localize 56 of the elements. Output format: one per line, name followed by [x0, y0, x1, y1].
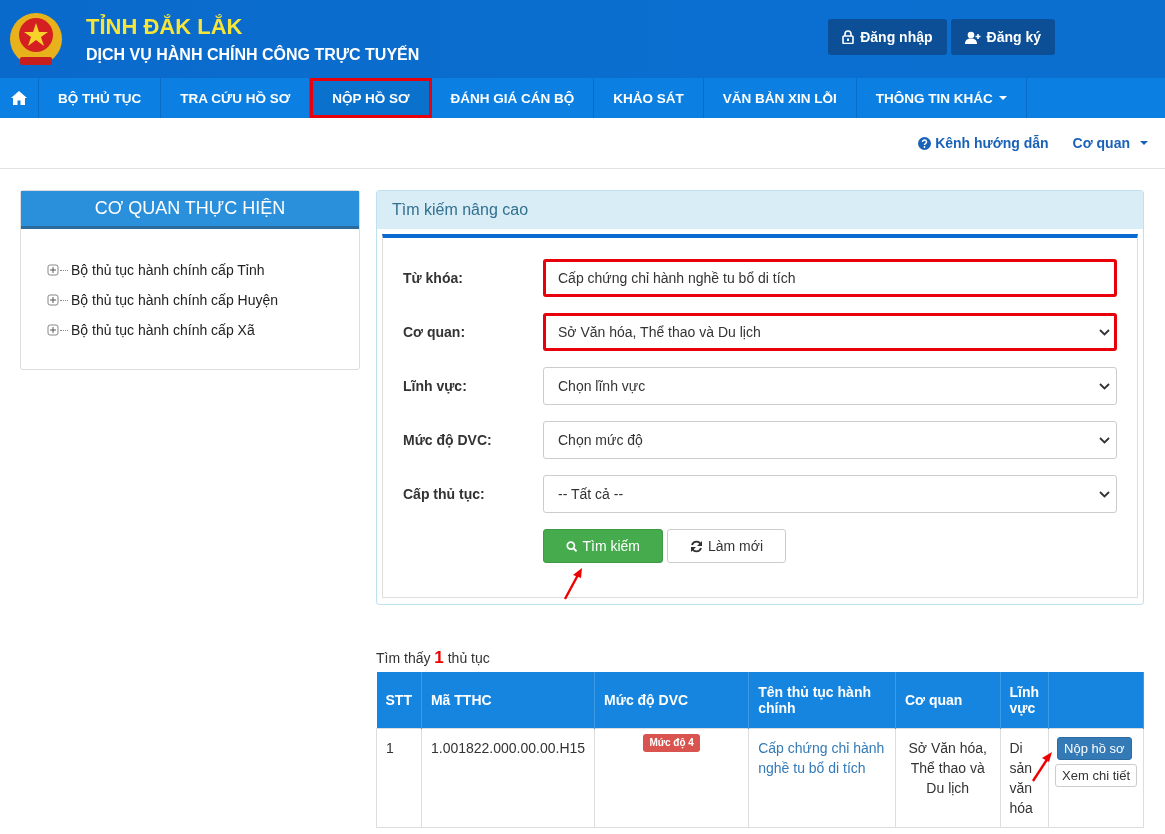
select-field[interactable]: Chọn mức độ — [543, 421, 1117, 459]
tree-item[interactable]: Bộ thủ tục hành chính cấp Xã — [71, 322, 255, 338]
home-icon — [11, 91, 27, 105]
chevron-down-icon — [1099, 436, 1110, 444]
field-label: Cấp thủ tục: — [403, 486, 486, 502]
reset-button[interactable]: Làm mới — [667, 529, 787, 563]
expand-icon[interactable] — [47, 324, 59, 336]
expand-icon[interactable] — [47, 294, 59, 306]
column-header: Mức độ DVC — [594, 672, 749, 729]
column-header: STT — [376, 672, 422, 729]
guide-link[interactable]: Kênh hướng dẫn — [918, 135, 1049, 151]
table-cell: Sở Văn hóa, Thể thao và Du lịch — [908, 740, 987, 796]
field-label: Lĩnh vực: — [403, 378, 468, 394]
keyword-field[interactable]: Cấp chứng chỉ hành nghề tu bổ di tích — [543, 259, 1117, 297]
search-icon — [566, 539, 578, 553]
column-header: Cơ quan — [895, 672, 1000, 729]
expand-icon[interactable] — [47, 264, 59, 276]
table-cell: 1.001822.000.00.00.H15 — [430, 740, 586, 756]
submit-button[interactable]: Nộp hồ sơ — [1057, 737, 1132, 760]
site-subtitle: DỊCH VỤ HÀNH CHÍNH CÔNG TRỰC TUYẾN — [86, 46, 421, 64]
chevron-down-icon — [1099, 382, 1110, 390]
field-label: Cơ quan: — [403, 324, 467, 340]
help-icon — [918, 136, 932, 150]
select-field[interactable]: Sở Văn hóa, Thể thao và Du lịch — [543, 313, 1117, 351]
nav-item[interactable]: THÔNG TIN KHÁC — [856, 78, 1027, 118]
results-summary: Tìm thấy 1 thủ tục — [376, 648, 491, 668]
nav-item[interactable]: VĂN BẢN XIN LỖI — [703, 78, 857, 118]
nav-item[interactable]: NỘP HỒ SƠ — [310, 78, 432, 118]
details-button[interactable]: Xem chi tiết — [1055, 764, 1137, 787]
agency-dropdown[interactable]: Cơ quan — [1072, 135, 1148, 151]
field-label: Từ khóa: — [403, 270, 464, 286]
refresh-icon — [690, 539, 703, 553]
caret-icon — [1140, 141, 1148, 145]
select-field[interactable]: -- Tất cả -- — [543, 475, 1117, 513]
field-label: Mức độ DVC: — [403, 432, 493, 448]
column-header: Tên thủ tục hành chính — [748, 672, 896, 729]
chevron-down-icon — [1099, 490, 1110, 498]
nav-item[interactable]: BỘ THỦ TỤC — [39, 78, 162, 118]
table-cell: Di sản văn hóa — [1009, 740, 1033, 816]
tree-item[interactable]: Bộ thủ tục hành chính cấp Tỉnh — [71, 262, 265, 278]
nav-item[interactable]: ĐÁNH GIÁ CÁN BỘ — [431, 78, 595, 118]
tree-item[interactable]: Bộ thủ tục hành chính cấp Huyện — [71, 292, 279, 308]
register-button[interactable]: Đăng ký — [950, 19, 1055, 55]
login-button[interactable]: Đăng nhập — [828, 19, 947, 55]
chevron-down-icon — [1099, 328, 1110, 336]
site-title: TỈNH ĐẮK LẮK — [86, 14, 244, 40]
column-header: Lĩnh vực — [1000, 672, 1049, 729]
table-cell: 1 — [386, 740, 394, 756]
add-user-icon — [964, 30, 981, 44]
panel-title: Tìm kiếm nâng cao — [377, 191, 1143, 229]
panel-title: CƠ QUAN THỰC HIỆN — [21, 191, 359, 229]
column-header: Mã TTHC — [421, 672, 595, 729]
lock-icon — [842, 30, 855, 44]
select-field[interactable]: Chọn lĩnh vực — [543, 367, 1117, 405]
nav-item[interactable]: KHẢO SÁT — [594, 78, 704, 118]
level-badge: Mức độ 4 — [643, 734, 700, 752]
